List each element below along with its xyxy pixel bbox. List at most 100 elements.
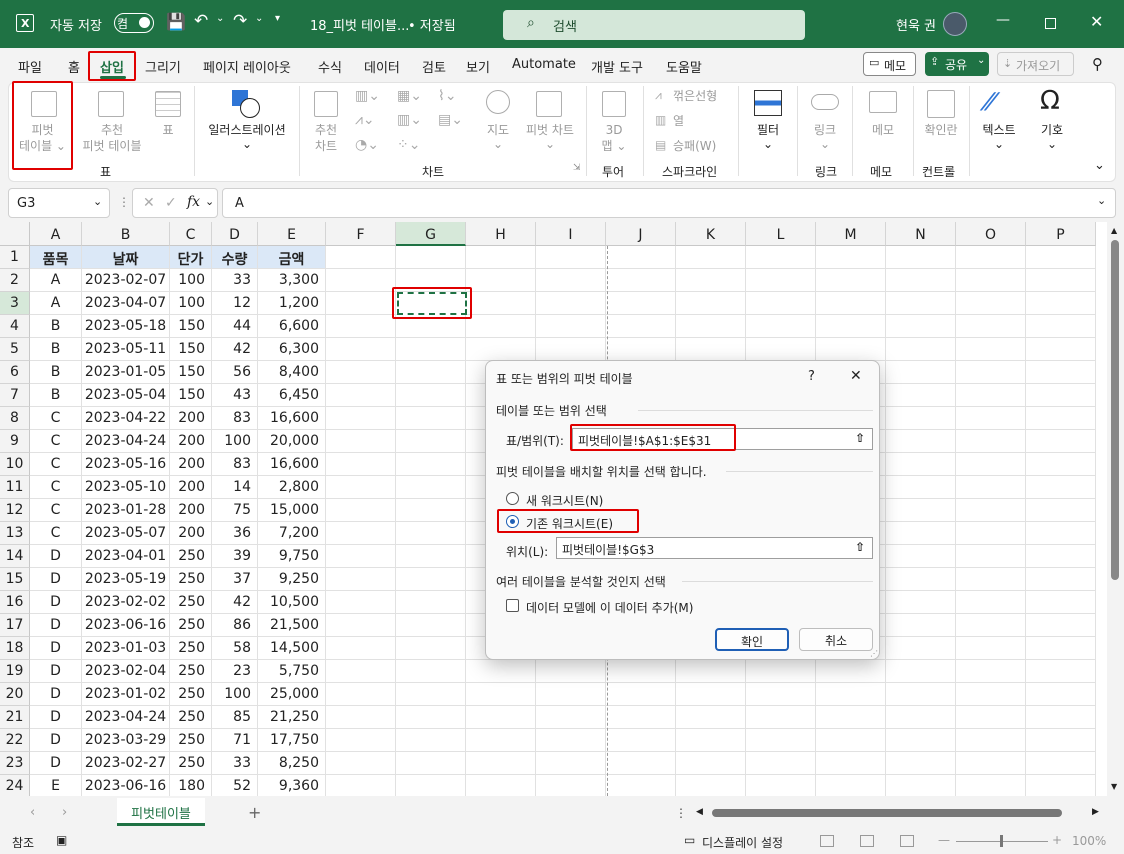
table-cell[interactable]: 2023-04-01	[82, 545, 170, 568]
empty-cell[interactable]	[956, 614, 1026, 637]
table-cell[interactable]: 6,600	[258, 315, 326, 338]
table-cell[interactable]: 2023-02-27	[82, 752, 170, 775]
tab-data[interactable]: 데이터	[364, 57, 400, 76]
empty-cell[interactable]	[396, 407, 466, 430]
table-cell[interactable]: 58	[212, 637, 258, 660]
empty-cell[interactable]	[466, 729, 536, 752]
empty-cell[interactable]	[326, 683, 396, 706]
table-cell[interactable]: 56	[212, 361, 258, 384]
empty-cell[interactable]	[1026, 706, 1096, 729]
column-header-N[interactable]: N	[886, 222, 956, 246]
table-cell[interactable]: 2023-05-07	[82, 522, 170, 545]
empty-cell[interactable]	[396, 499, 466, 522]
empty-cell[interactable]	[466, 292, 536, 315]
table-cell[interactable]: 250	[170, 545, 212, 568]
table-cell[interactable]: 9,750	[258, 545, 326, 568]
sparkline-line-button[interactable]: ⩘ 꺾은선형	[655, 88, 735, 106]
empty-cell[interactable]	[956, 246, 1026, 269]
3d-map-button[interactable]: 3D 맵 ⌄	[592, 86, 636, 170]
ribbon-display-options-icon[interactable]: ⚲	[1092, 55, 1103, 73]
empty-cell[interactable]	[746, 706, 816, 729]
empty-cell[interactable]	[536, 315, 606, 338]
empty-cell[interactable]	[1026, 568, 1096, 591]
empty-cell[interactable]	[1026, 683, 1096, 706]
empty-cell[interactable]	[396, 522, 466, 545]
empty-cell[interactable]	[326, 591, 396, 614]
table-cell[interactable]: 2023-01-05	[82, 361, 170, 384]
symbol-button[interactable]: Ω 기호 ⌄	[1030, 86, 1074, 170]
vertical-scroll-thumb[interactable]	[1111, 240, 1119, 580]
empty-cell[interactable]	[1026, 752, 1096, 775]
scroll-down-icon[interactable]: ▼	[1111, 782, 1117, 791]
empty-cell[interactable]	[326, 568, 396, 591]
empty-cell[interactable]	[466, 775, 536, 796]
empty-cell[interactable]	[956, 269, 1026, 292]
empty-cell[interactable]	[746, 729, 816, 752]
table-cell[interactable]: 250	[170, 591, 212, 614]
undo-icon[interactable]: ↶	[194, 11, 208, 31]
empty-cell[interactable]	[1026, 246, 1096, 269]
chevron-down-icon[interactable]: ⌄	[205, 195, 214, 208]
table-cell[interactable]: 200	[170, 453, 212, 476]
insert-function-icon[interactable]: fx	[187, 194, 200, 210]
new-worksheet-radio[interactable]	[506, 492, 519, 505]
row-header[interactable]: 22	[0, 729, 30, 752]
empty-cell[interactable]	[396, 729, 466, 752]
table-cell[interactable]: 85	[212, 706, 258, 729]
table-cell[interactable]: 2023-05-19	[82, 568, 170, 591]
ribbon-collapse-icon[interactable]: ⌄	[1094, 158, 1105, 173]
table-cell[interactable]: 6,300	[258, 338, 326, 361]
empty-cell[interactable]	[396, 775, 466, 796]
empty-cell[interactable]	[1026, 430, 1096, 453]
import-button[interactable]: ⇣ 가져오기	[997, 52, 1074, 76]
empty-cell[interactable]	[886, 499, 956, 522]
empty-cell[interactable]	[326, 361, 396, 384]
minimize-icon[interactable]: —	[996, 12, 1010, 28]
table-cell[interactable]: 150	[170, 315, 212, 338]
add-sheet-button[interactable]: +	[248, 803, 261, 822]
empty-cell[interactable]	[326, 338, 396, 361]
empty-cell[interactable]	[1026, 729, 1096, 752]
table-cell[interactable]: 2023-04-24	[82, 430, 170, 453]
empty-cell[interactable]	[676, 660, 746, 683]
column-header-A[interactable]: A	[30, 222, 82, 246]
empty-cell[interactable]	[396, 706, 466, 729]
empty-cell[interactable]	[746, 269, 816, 292]
empty-cell[interactable]	[886, 614, 956, 637]
empty-cell[interactable]	[886, 407, 956, 430]
row-header[interactable]: 21	[0, 706, 30, 729]
pivot-chart-button[interactable]: 피벗 차트 ⌄	[520, 86, 580, 170]
table-cell[interactable]: 33	[212, 752, 258, 775]
table-cell[interactable]: 200	[170, 430, 212, 453]
empty-cell[interactable]	[326, 660, 396, 683]
table-cell[interactable]: 200	[170, 522, 212, 545]
saved-status[interactable]: • 저장됨	[408, 15, 456, 34]
empty-cell[interactable]	[326, 384, 396, 407]
empty-cell[interactable]	[536, 729, 606, 752]
table-cell[interactable]: 2023-01-28	[82, 499, 170, 522]
next-sheet-icon[interactable]: ›	[62, 805, 67, 820]
empty-cell[interactable]	[886, 430, 956, 453]
tab-automate[interactable]: Automate	[512, 57, 576, 72]
share-button[interactable]: ⇪ 공유 ⌄	[925, 52, 989, 76]
table-cell[interactable]: 2023-06-16	[82, 775, 170, 796]
empty-cell[interactable]	[606, 246, 676, 269]
cancel-icon[interactable]: ✕	[143, 195, 155, 211]
table-cell[interactable]: B	[30, 338, 82, 361]
table-cell[interactable]: 44	[212, 315, 258, 338]
row-header[interactable]: 19	[0, 660, 30, 683]
table-cell[interactable]: D	[30, 752, 82, 775]
table-cell[interactable]: 2023-02-02	[82, 591, 170, 614]
table-cell[interactable]: 25,000	[258, 683, 326, 706]
empty-cell[interactable]	[466, 246, 536, 269]
empty-cell[interactable]	[396, 361, 466, 384]
cancel-button[interactable]: 취소	[799, 628, 873, 651]
empty-cell[interactable]	[396, 430, 466, 453]
empty-cell[interactable]	[1026, 269, 1096, 292]
empty-cell[interactable]	[326, 752, 396, 775]
table-cell[interactable]: 150	[170, 338, 212, 361]
tab-help[interactable]: 도움말	[666, 57, 702, 76]
table-cell[interactable]: 42	[212, 591, 258, 614]
empty-cell[interactable]	[536, 338, 606, 361]
collapse-dialog-icon[interactable]: ⇧	[855, 431, 865, 445]
